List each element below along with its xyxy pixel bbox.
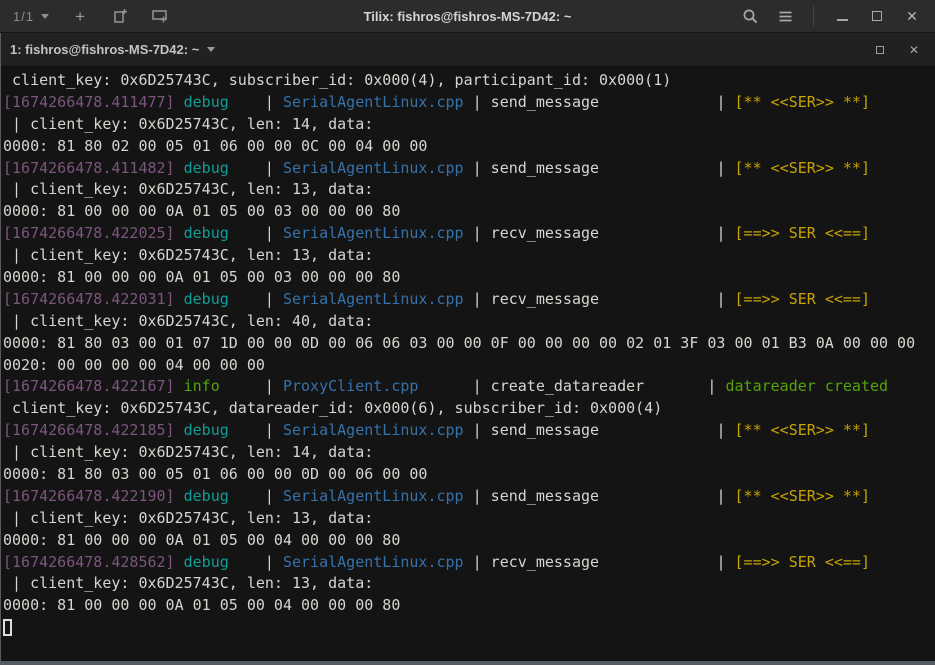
terminal-line: | client_key: 0x6D25743C, len: 13, data: xyxy=(3,508,935,530)
maximize-icon xyxy=(872,11,882,21)
terminal-line: 0000: 81 00 00 00 0A 01 05 00 03 00 00 0… xyxy=(3,267,935,289)
terminal-line: | client_key: 0x6D25743C, len: 40, data: xyxy=(3,311,935,333)
tab-maximize-button[interactable] xyxy=(871,41,889,59)
terminal-cursor-line xyxy=(3,617,935,639)
terminal-line: client_key: 0x6D25743C, subscriber_id: 0… xyxy=(3,70,935,92)
session-count: 1/1 xyxy=(13,9,34,24)
terminal-line: [1674266478.422185] debug | SerialAgentL… xyxy=(3,420,935,442)
terminal-line: [1674266478.422167] info | ProxyClient.c… xyxy=(3,376,935,398)
tilix-window: 1/1 + xyxy=(0,0,935,665)
minimize-icon xyxy=(837,11,848,21)
terminal-line: [1674266478.422031] debug | SerialAgentL… xyxy=(3,289,935,311)
tabbar: 1: fishros@fishros-MS-7D42: ~ ✕ xyxy=(1,33,935,67)
tab-close-button[interactable]: ✕ xyxy=(905,41,923,59)
tab-terminal-title[interactable]: 1: fishros@fishros-MS-7D42: ~ xyxy=(10,42,199,57)
terminal-line: 0000: 81 80 03 00 05 01 06 00 00 0D 00 0… xyxy=(3,464,935,486)
terminal-line: [1674266478.411482] debug | SerialAgentL… xyxy=(3,158,935,180)
terminal-cursor xyxy=(3,619,12,636)
terminal-line: | client_key: 0x6D25743C, len: 13, data: xyxy=(3,245,935,267)
terminal-line: 0000: 81 00 00 00 0A 01 05 00 04 00 00 0… xyxy=(3,530,935,552)
maximize-button[interactable] xyxy=(868,7,886,25)
terminal-line: | client_key: 0x6D25743C, len: 13, data: xyxy=(3,573,935,595)
titlebar-separator xyxy=(813,6,814,26)
add-terminal-right-icon xyxy=(112,8,128,24)
add-terminal-down-button[interactable] xyxy=(151,7,169,25)
menu-button[interactable] xyxy=(776,7,794,25)
close-button[interactable]: ✕ xyxy=(903,7,921,25)
menu-icon xyxy=(778,10,793,23)
terminal-line: | client_key: 0x6D25743C, len: 14, data: xyxy=(3,114,935,136)
search-icon xyxy=(742,8,759,25)
terminal-line: [1674266478.411477] debug | SerialAgentL… xyxy=(3,92,935,114)
search-button[interactable] xyxy=(741,7,759,25)
session-caret-icon xyxy=(41,14,49,19)
terminal-line: client_key: 0x6D25743C, datareader_id: 0… xyxy=(3,398,935,420)
terminal-line: | client_key: 0x6D25743C, len: 14, data: xyxy=(3,442,935,464)
terminal-line: [1674266478.422190] debug | SerialAgentL… xyxy=(3,486,935,508)
tab-close-icon: ✕ xyxy=(909,44,919,56)
add-terminal-right-button[interactable] xyxy=(111,7,129,25)
terminal-line: | client_key: 0x6D25743C, len: 13, data: xyxy=(3,179,935,201)
terminal-line: 0000: 81 00 00 00 0A 01 05 00 04 00 00 0… xyxy=(3,595,935,617)
close-icon: ✕ xyxy=(906,9,918,23)
terminal-line: [1674266478.428562] debug | SerialAgentL… xyxy=(3,552,935,574)
new-session-button[interactable]: + xyxy=(71,7,89,25)
terminal-line: 0020: 00 00 00 00 04 00 00 00 xyxy=(3,355,935,377)
add-terminal-down-icon xyxy=(151,8,169,24)
terminal-line: 0000: 81 80 02 00 05 01 06 00 00 0C 00 0… xyxy=(3,136,935,158)
terminal-line: 0000: 81 80 03 00 01 07 1D 00 00 0D 00 0… xyxy=(3,333,935,355)
window-resize-edge[interactable] xyxy=(0,661,935,665)
terminal-line: [1674266478.422025] debug | SerialAgentL… xyxy=(3,223,935,245)
terminal-line: 0000: 81 00 00 00 0A 01 05 00 03 00 00 0… xyxy=(3,201,935,223)
terminal-output[interactable]: client_key: 0x6D25743C, subscriber_id: 0… xyxy=(1,67,935,661)
titlebar: 1/1 + xyxy=(0,0,935,33)
window-body: 1: fishros@fishros-MS-7D42: ~ ✕ client_k… xyxy=(0,33,935,661)
tab-caret-icon[interactable] xyxy=(207,47,215,52)
plus-icon: + xyxy=(75,8,85,25)
tab-maximize-icon xyxy=(876,46,884,54)
session-selector[interactable]: 1/1 xyxy=(13,9,49,24)
minimize-button[interactable] xyxy=(833,7,851,25)
